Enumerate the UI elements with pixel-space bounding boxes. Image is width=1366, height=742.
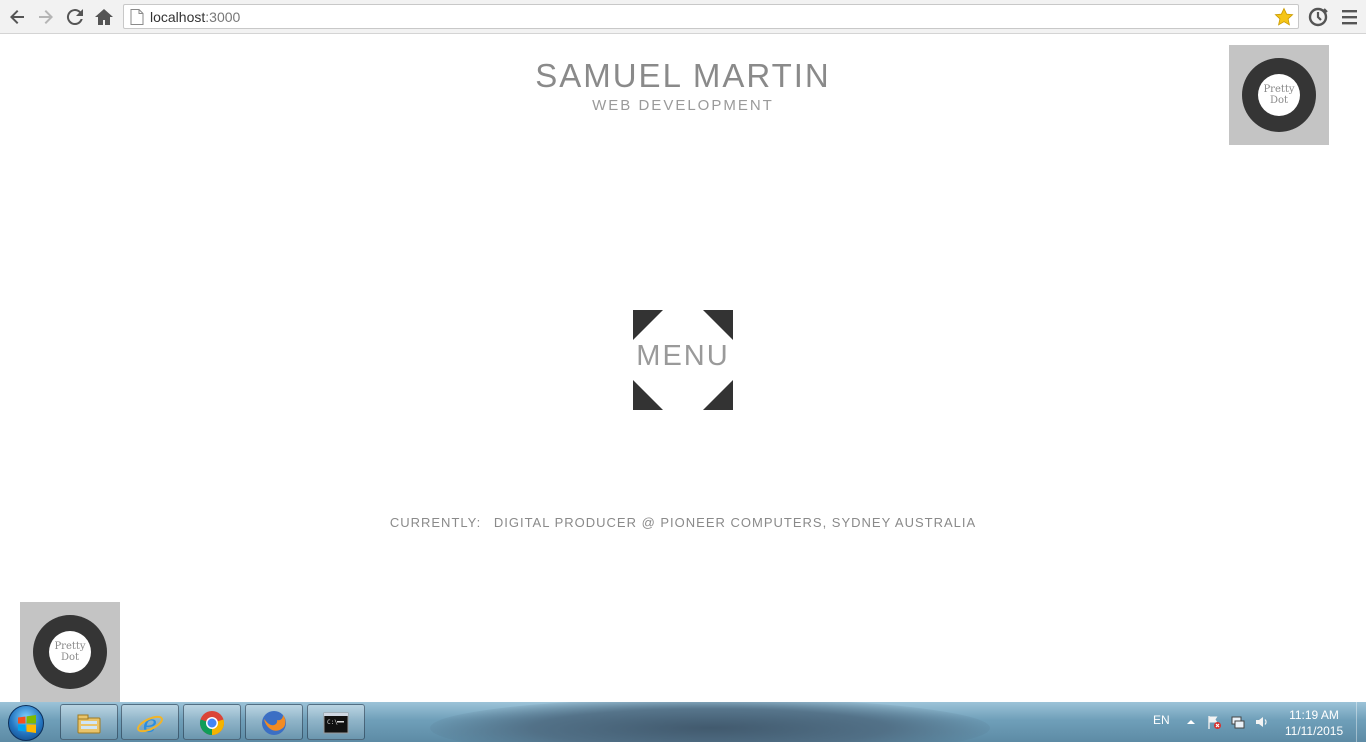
pretty-dot-badge-top-right: Pretty Dot	[1229, 45, 1329, 145]
windows-taskbar: e C:\ EN 11:19 AM 11/11/2015	[0, 702, 1366, 742]
site-subtitle: WEB DEVELOPMENT	[592, 97, 774, 114]
clock-date: 11/11/2015	[1284, 724, 1344, 738]
show-desktop-button[interactable]	[1356, 702, 1366, 742]
url-host: localhost	[150, 9, 206, 25]
extension-icon[interactable]	[1306, 5, 1330, 29]
network-icon[interactable]	[1230, 714, 1246, 730]
url-port: :3000	[205, 9, 241, 25]
show-hidden-icons-icon[interactable]	[1183, 714, 1199, 730]
pretty-dot-badge-bottom-left: Pretty Dot	[20, 602, 120, 702]
svg-text:e: e	[143, 710, 157, 737]
firefox-icon[interactable]	[245, 704, 303, 740]
browser-toolbar: localhost:3000	[0, 0, 1366, 34]
hamburger-menu-icon[interactable]	[1340, 6, 1360, 28]
dot-ring: Pretty Dot	[1242, 58, 1316, 132]
web-page: SAMUEL MARTIN WEB DEVELOPMENT Pretty Dot…	[0, 35, 1366, 702]
forward-arrow-icon[interactable]	[34, 5, 58, 29]
command-prompt-icon[interactable]: C:\	[307, 704, 365, 740]
star-icon[interactable]	[1274, 7, 1294, 27]
menu-button[interactable]: MENU	[633, 310, 733, 410]
chrome-icon[interactable]	[183, 704, 241, 740]
page-icon	[130, 9, 144, 25]
currently-line: CURRENTLY: DIGITAL PRODUCER @ PIONEER CO…	[0, 515, 1366, 530]
svg-text:C:\: C:\	[327, 719, 338, 726]
action-center-flag-icon[interactable]	[1206, 714, 1222, 730]
menu-label: MENU	[636, 340, 730, 372]
currently-label: CURRENTLY:	[389, 515, 482, 530]
windows-logo-icon	[18, 715, 36, 733]
system-clock[interactable]: 11:19 AM 11/11/2015	[1278, 707, 1350, 739]
site-title: SAMUEL MARTIN	[535, 57, 831, 94]
reload-icon[interactable]	[63, 5, 87, 29]
currently-text: DIGITAL PRODUCER @ PIONEER COMPUTERS, SY…	[493, 515, 977, 530]
volume-icon[interactable]	[1254, 714, 1270, 730]
home-icon[interactable]	[92, 5, 116, 29]
pretty-dot-label: Pretty Dot	[49, 631, 91, 673]
dot-ring: Pretty Dot	[33, 615, 107, 689]
windows-explorer-icon[interactable]	[60, 704, 118, 740]
start-button[interactable]	[8, 705, 44, 741]
language-indicator[interactable]: EN	[1153, 713, 1170, 727]
internet-explorer-icon[interactable]: e	[121, 704, 179, 740]
back-arrow-icon[interactable]	[5, 5, 29, 29]
taskbar-wallpaper	[430, 702, 990, 742]
url-text[interactable]: localhost:3000	[150, 9, 240, 25]
address-bar[interactable]: localhost:3000	[123, 4, 1299, 29]
pretty-dot-label: Pretty Dot	[1258, 74, 1300, 116]
clock-time: 11:19 AM	[1289, 708, 1339, 722]
